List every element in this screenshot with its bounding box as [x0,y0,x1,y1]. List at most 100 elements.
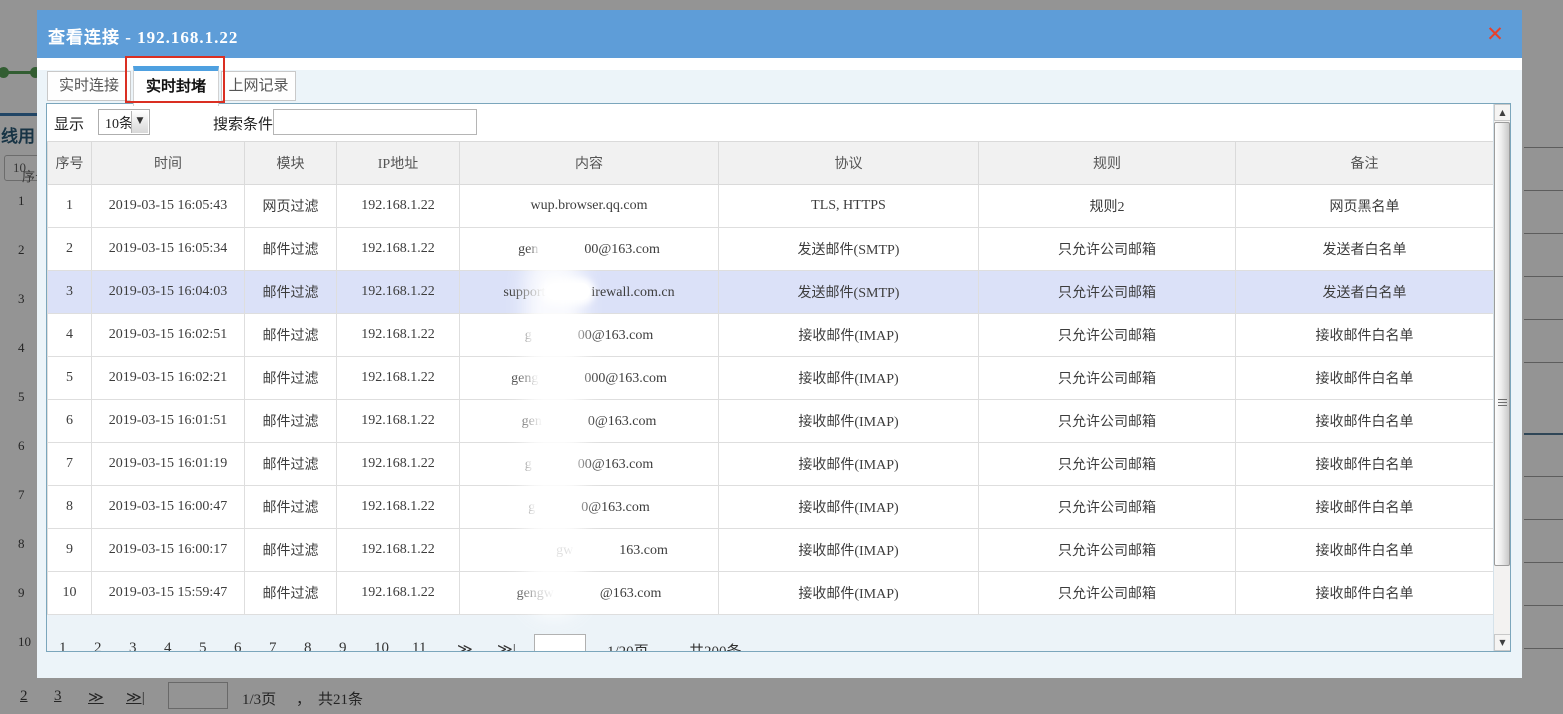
cell-rule: 只允许公司邮箱 [979,529,1236,572]
content-text: support [503,285,545,300]
table-header-row: 序号 时间 模块 IP地址 内容 协议 规则 备注 [48,142,1494,185]
cell-no: 7 [48,443,92,486]
cell-protocol: 接收邮件(IMAP) [719,400,979,443]
page-link[interactable]: 2 [94,640,102,652]
col-header-time: 时间 [92,142,245,185]
cell-time: 2019-03-15 16:00:17 [92,529,245,572]
content-text: 00@163.com [584,242,660,257]
view-connections-dialog: 查看连接 - 192.168.1.22 ✕ 实时连接 实时封堵 上网记录 显示 … [37,10,1522,678]
content-text: 0@163.com [588,414,657,429]
cell-ip: 192.168.1.22 [337,572,460,615]
cell-no: 6 [48,400,92,443]
cell-no: 8 [48,486,92,529]
table-row[interactable]: 9 2019-03-15 16:00:17 邮件过滤 192.168.1.22 … [48,529,1494,572]
page-link[interactable]: 5 [199,640,207,652]
cell-remark: 发送者白名单 [1236,228,1494,271]
table-row[interactable]: 2 2019-03-15 16:05:34 邮件过滤 192.168.1.22 … [48,228,1494,271]
cell-time: 2019-03-15 16:00:47 [92,486,245,529]
cell-no: 5 [48,357,92,400]
cell-rule: 只允许公司邮箱 [979,400,1236,443]
cell-remark: 接收邮件白名单 [1236,486,1494,529]
content-text: 000@163.com [584,371,667,386]
censor-blob [533,455,577,472]
tab-content-panel: 显示 10条 ▼ 搜索条件： 序号 时间 模块 IP地址 内容 协议 规则 [46,103,1511,652]
cell-module: 邮件过滤 [245,400,337,443]
cell-module: 邮件过滤 [245,529,337,572]
table-row[interactable]: 5 2019-03-15 16:02:21 邮件过滤 192.168.1.22 … [48,357,1494,400]
cell-no: 2 [48,228,92,271]
blocking-table: 序号 时间 模块 IP地址 内容 协议 规则 备注 1 2019-03-15 1… [47,141,1494,615]
cell-ip: 192.168.1.22 [337,185,460,228]
cell-time: 2019-03-15 16:01:19 [92,443,245,486]
page-link[interactable]: 8 [304,640,312,652]
cell-content: gen 00@163.com [460,228,719,271]
table-row[interactable]: 8 2019-03-15 16:00:47 邮件过滤 192.168.1.22 … [48,486,1494,529]
censor-blob [546,283,590,300]
page-link[interactable]: 9 [339,640,347,652]
page-number-input[interactable] [534,634,586,652]
table-row[interactable]: 1 2019-03-15 16:05:43 网页过滤 192.168.1.22 … [48,185,1494,228]
content-text: gen [518,242,538,257]
tab-realtime-connections[interactable]: 实时连接 [47,71,131,101]
cell-ip: 192.168.1.22 [337,228,460,271]
last-page-icon[interactable]: ≫| [497,640,516,652]
dialog-title: 查看连接 - 192.168.1.22 [48,23,238,48]
col-header-no: 序号 [48,142,92,185]
cell-protocol: 接收邮件(IMAP) [719,357,979,400]
page-link[interactable]: 1 [59,640,67,652]
toolbar: 显示 10条 ▼ 搜索条件： [47,104,1510,141]
cell-protocol: 发送邮件(SMTP) [719,271,979,314]
page-link[interactable]: 4 [164,640,172,652]
cell-ip: 192.168.1.22 [337,486,460,529]
cell-module: 网页过滤 [245,185,337,228]
page-link[interactable]: 11 [412,640,426,652]
total-count: 共200条 [689,640,742,652]
page-size-value: 10条 [105,113,133,133]
pagination-comma: ， [665,640,680,652]
table-row-selected[interactable]: 3 2019-03-15 16:04:03 邮件过滤 192.168.1.22 … [48,271,1494,314]
cell-rule: 只允许公司邮箱 [979,486,1236,529]
cell-rule: 只允许公司邮箱 [979,572,1236,615]
close-icon[interactable]: ✕ [1482,21,1508,47]
cell-time: 2019-03-15 16:02:51 [92,314,245,357]
tab-internet-records[interactable]: 上网记录 [221,71,296,101]
cell-no: 10 [48,572,92,615]
vertical-scrollbar[interactable]: ▲ ▼ [1493,104,1510,651]
censor-blob [574,541,618,558]
chevron-down-icon[interactable]: ▼ [131,111,148,133]
cell-protocol: 接收邮件(IMAP) [719,314,979,357]
cell-time: 2019-03-15 16:05:34 [92,228,245,271]
cell-rule: 规则2 [979,185,1236,228]
page-link[interactable]: 7 [269,640,277,652]
cell-remark: 接收邮件白名单 [1236,529,1494,572]
cell-module: 邮件过滤 [245,572,337,615]
page-link[interactable]: 3 [129,640,137,652]
next-page-icon[interactable]: ≫ [457,640,473,652]
scroll-up-icon[interactable]: ▲ [1494,104,1511,121]
cell-no: 1 [48,185,92,228]
search-input[interactable] [273,109,477,135]
censor-blob [539,369,583,386]
cell-protocol: TLS, HTTPS [719,185,979,228]
censor-blob [539,240,583,257]
cell-remark: 接收邮件白名单 [1236,443,1494,486]
show-label: 显示 [54,113,84,134]
table-row[interactable]: 7 2019-03-15 16:01:19 邮件过滤 192.168.1.22 … [48,443,1494,486]
page-link[interactable]: 6 [234,640,242,652]
cell-content: gw163.com [460,529,719,572]
scroll-down-icon[interactable]: ▼ [1494,634,1511,651]
col-header-rule: 规则 [979,142,1236,185]
page-size-select[interactable]: 10条 ▼ [98,109,150,135]
table-row[interactable]: 10 2019-03-15 15:59:47 邮件过滤 192.168.1.22… [48,572,1494,615]
tab-realtime-blocking[interactable]: 实时封堵 [133,66,219,106]
scrollbar-thumb[interactable] [1494,122,1510,566]
page-info: 1/20页 [607,640,649,652]
cell-rule: 只允许公司邮箱 [979,443,1236,486]
page-link[interactable]: 10 [374,640,389,652]
table-row[interactable]: 6 2019-03-15 16:01:51 邮件过滤 192.168.1.22 … [48,400,1494,443]
content-text: g [528,500,535,515]
col-header-content: 内容 [460,142,719,185]
content-text: 00@163.com [578,328,654,343]
table-row[interactable]: 4 2019-03-15 16:02:51 邮件过滤 192.168.1.22 … [48,314,1494,357]
cell-content: wup.browser.qq.com [460,185,719,228]
